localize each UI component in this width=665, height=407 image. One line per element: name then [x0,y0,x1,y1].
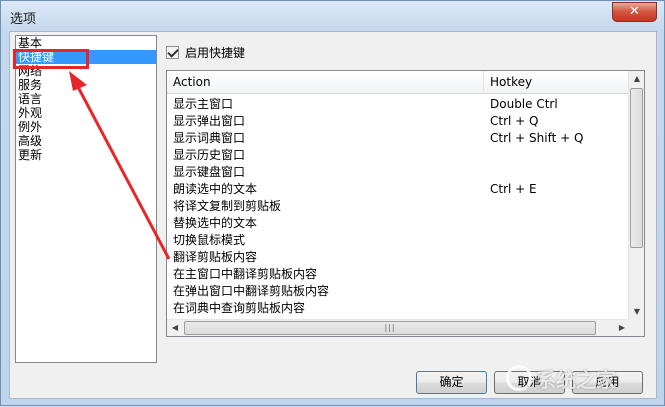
watermark-logo: 系统之家 [506,363,656,393]
annotation-arrow [69,71,171,260]
watermark-text: 系统之家 [536,367,616,392]
annotation-arrow-shaft [75,84,171,260]
watermark-emblem-icon [506,365,532,391]
options-dialog: 选项 ✕ 基本 快捷键 网络 服务 语言 外观 例外 高级 更新 启用快捷键 A… [0,0,665,406]
annotation-arrow-head [69,71,87,91]
